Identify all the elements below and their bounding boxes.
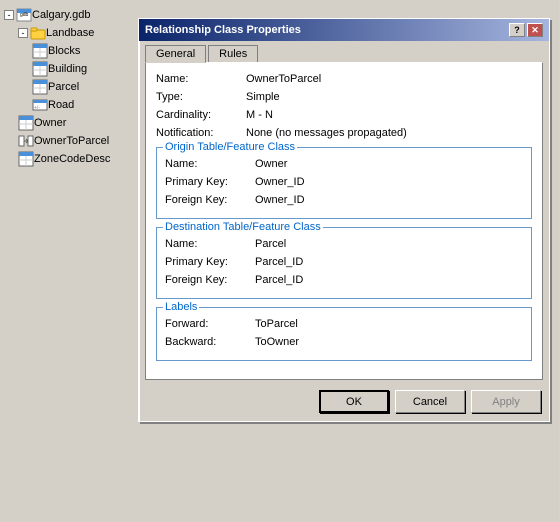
labels-section: Labels Forward: ToParcel Backward: ToOwn… xyxy=(156,307,532,361)
tree-label-ownertoparcel: OwnerToParcel xyxy=(34,135,109,147)
relationship-class-dialog: Relationship Class Properties ? ✕ Genera… xyxy=(138,18,550,422)
prop-cardinality-label: Cardinality: xyxy=(156,109,246,121)
origin-pk-value: Owner_ID xyxy=(255,176,305,188)
table-icon-parcel xyxy=(32,79,48,95)
apply-button[interactable]: Apply xyxy=(471,390,541,413)
forward-row: Forward: ToParcel xyxy=(165,318,523,330)
tree-label-owner: Owner xyxy=(34,117,66,129)
prop-notification-label: Notification: xyxy=(156,127,246,139)
origin-fk-value: Owner_ID xyxy=(255,194,305,206)
forward-value: ToParcel xyxy=(255,318,298,330)
table-icon-blocks xyxy=(32,43,48,59)
origin-section-content: Name: Owner Primary Key: Owner_ID Foreig… xyxy=(165,158,523,206)
tree-panel: - gdb Calgary.gdb - Landbase xyxy=(0,0,140,522)
dialog-titlebar: Relationship Class Properties ? ✕ xyxy=(139,19,549,41)
origin-section: Origin Table/Feature Class Name: Owner P… xyxy=(156,147,532,219)
prop-cardinality-row: Cardinality: M - N xyxy=(156,109,532,121)
help-button[interactable]: ? xyxy=(509,23,525,37)
tab-general[interactable]: General xyxy=(145,45,206,63)
rel-icon-ownertoparcel xyxy=(18,133,34,149)
svg-text:+/-: +/- xyxy=(34,105,40,111)
backward-label: Backward: xyxy=(165,336,255,348)
origin-pk-row: Primary Key: Owner_ID xyxy=(165,176,523,188)
origin-pk-label: Primary Key: xyxy=(165,176,255,188)
origin-fk-row: Foreign Key: Owner_ID xyxy=(165,194,523,206)
expand-icon-landbase[interactable]: - xyxy=(18,28,28,38)
table-icon-owner xyxy=(18,115,34,131)
tree-label-zonecodedesc: ZoneCodeDesc xyxy=(34,153,110,165)
tree-label-road: Road xyxy=(48,99,74,111)
expand-icon-calgary[interactable]: - xyxy=(4,10,14,20)
dest-fk-row: Foreign Key: Parcel_ID xyxy=(165,274,523,286)
dialog-content: Name: OwnerToParcel Type: Simple Cardina… xyxy=(145,62,543,380)
origin-fk-label: Foreign Key: xyxy=(165,194,255,206)
tree-label-parcel: Parcel xyxy=(48,81,79,93)
destination-section-content: Name: Parcel Primary Key: Parcel_ID Fore… xyxy=(165,238,523,286)
tree-label-building: Building xyxy=(48,63,87,75)
dialog-tabs: General Rules xyxy=(139,41,549,62)
tree-item-landbase[interactable]: - Landbase xyxy=(4,24,136,42)
tree-item-road[interactable]: +/- Road xyxy=(4,96,136,114)
forward-label: Forward: xyxy=(165,318,255,330)
destination-section: Destination Table/Feature Class Name: Pa… xyxy=(156,227,532,299)
tab-rules[interactable]: Rules xyxy=(208,45,258,62)
tree-item-zonecodedesc[interactable]: ZoneCodeDesc xyxy=(4,150,136,168)
dest-fk-label: Foreign Key: xyxy=(165,274,255,286)
tree-label-landbase: Landbase xyxy=(46,27,94,39)
prop-name-label: Name: xyxy=(156,73,246,85)
backward-value: ToOwner xyxy=(255,336,299,348)
dialog-title: Relationship Class Properties xyxy=(145,24,301,36)
titlebar-buttons: ? ✕ xyxy=(509,23,543,37)
table-icon-zonecodedesc xyxy=(18,151,34,167)
folder-icon-landbase xyxy=(30,25,46,41)
dest-pk-row: Primary Key: Parcel_ID xyxy=(165,256,523,268)
destination-section-title: Destination Table/Feature Class xyxy=(163,221,323,233)
prop-notification-row: Notification: None (no messages propagat… xyxy=(156,127,532,139)
prop-type-row: Type: Simple xyxy=(156,91,532,103)
labels-section-title: Labels xyxy=(163,301,199,313)
tree-item-building[interactable]: Building xyxy=(4,60,136,78)
gdb-icon: gdb xyxy=(16,7,32,23)
tree-label-blocks: Blocks xyxy=(48,45,80,57)
origin-name-value: Owner xyxy=(255,158,287,170)
dialog-footer: OK Cancel Apply xyxy=(139,386,549,421)
labels-section-content: Forward: ToParcel Backward: ToOwner xyxy=(165,318,523,348)
dest-pk-label: Primary Key: xyxy=(165,256,255,268)
prop-cardinality-value: M - N xyxy=(246,109,273,121)
prop-type-label: Type: xyxy=(156,91,246,103)
dest-pk-value: Parcel_ID xyxy=(255,256,303,268)
prop-type-value: Simple xyxy=(246,91,280,103)
origin-name-row: Name: Owner xyxy=(165,158,523,170)
tree-label-calgary: Calgary.gdb xyxy=(32,9,91,21)
prop-name-row: Name: OwnerToParcel xyxy=(156,73,532,85)
tree-item-ownertoparcel[interactable]: OwnerToParcel xyxy=(4,132,136,150)
tree-item-parcel[interactable]: Parcel xyxy=(4,78,136,96)
dest-fk-value: Parcel_ID xyxy=(255,274,303,286)
origin-name-label: Name: xyxy=(165,158,255,170)
prop-name-value: OwnerToParcel xyxy=(246,73,321,85)
table-icon-building xyxy=(32,61,48,77)
dest-name-row: Name: Parcel xyxy=(165,238,523,250)
cancel-button[interactable]: Cancel xyxy=(395,390,465,413)
tree-item-calgary[interactable]: - gdb Calgary.gdb xyxy=(4,6,136,24)
dest-name-value: Parcel xyxy=(255,238,286,250)
backward-row: Backward: ToOwner xyxy=(165,336,523,348)
svg-text:gdb: gdb xyxy=(20,12,29,18)
tree-item-owner[interactable]: Owner xyxy=(4,114,136,132)
prop-notification-value: None (no messages propagated) xyxy=(246,127,407,139)
origin-section-title: Origin Table/Feature Class xyxy=(163,141,297,153)
tree-item-blocks[interactable]: Blocks xyxy=(4,42,136,60)
table-icon-road: +/- xyxy=(32,97,48,113)
ok-button[interactable]: OK xyxy=(319,390,389,413)
close-button[interactable]: ✕ xyxy=(527,23,543,37)
dest-name-label: Name: xyxy=(165,238,255,250)
